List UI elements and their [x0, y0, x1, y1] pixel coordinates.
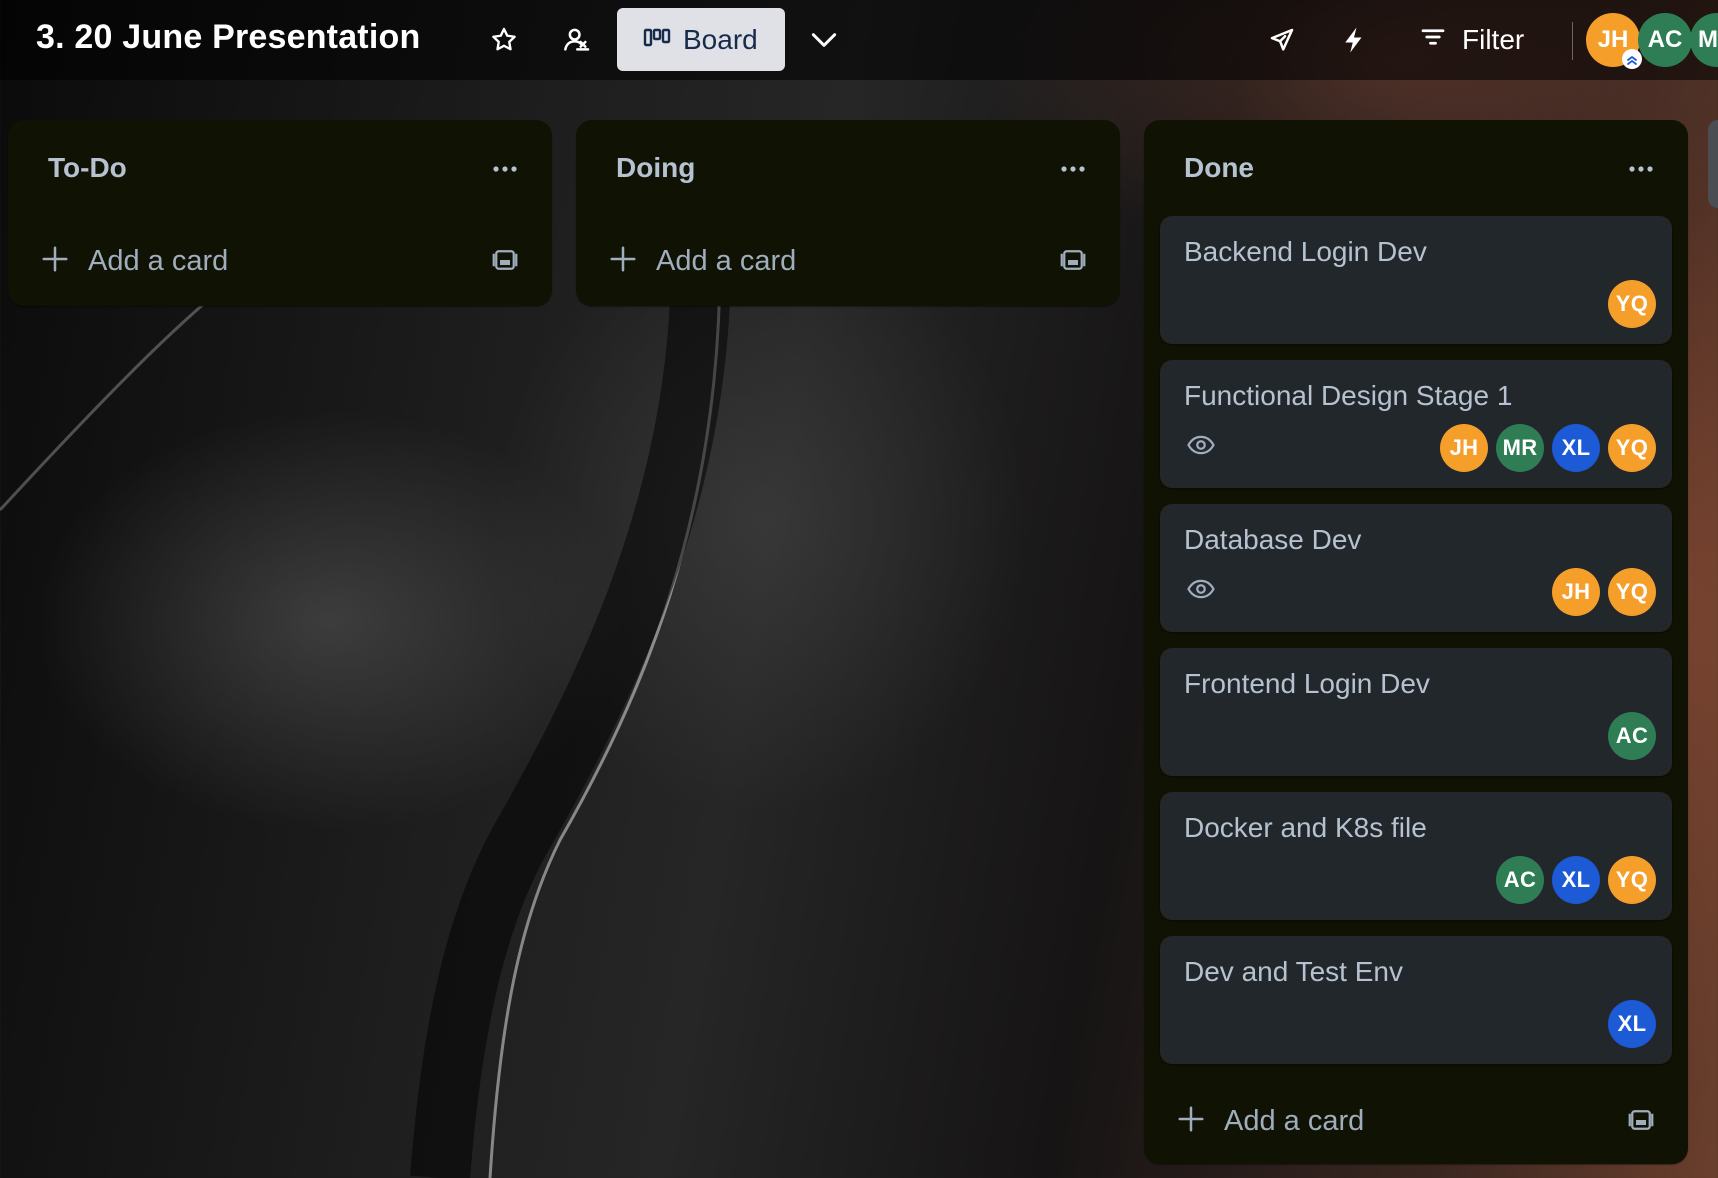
member-avatar[interactable]: YQ — [1608, 568, 1656, 616]
card-title: Backend Login Dev — [1184, 236, 1427, 267]
more-horizontal-icon[interactable] — [1624, 154, 1658, 184]
member-avatar-jh[interactable]: JH — [1586, 13, 1642, 69]
card-members: XL — [1608, 1000, 1656, 1048]
board-view-button[interactable]: Board — [617, 8, 785, 71]
board-icon — [643, 24, 671, 56]
list-header: Doing — [576, 120, 1120, 216]
card-members: JH YQ — [1552, 568, 1656, 616]
member-avatar[interactable]: XL — [1552, 856, 1600, 904]
add-card-label: Add a card — [88, 245, 229, 277]
card-title: Functional Design Stage 1 — [1184, 380, 1513, 411]
card-title: Docker and K8s file — [1184, 812, 1427, 843]
more-horizontal-icon[interactable] — [488, 154, 522, 184]
add-card-button[interactable]: Add a card — [576, 216, 1120, 306]
eye-icon — [1186, 430, 1216, 465]
member-avatar[interactable]: JH — [1440, 424, 1488, 472]
member-avatar[interactable]: YQ — [1608, 856, 1656, 904]
star-icon[interactable] — [486, 22, 522, 58]
card-frontend-login-dev[interactable]: Frontend Login Dev AC — [1160, 648, 1672, 776]
member-avatar[interactable]: MR — [1496, 424, 1544, 472]
add-card-button[interactable]: Add a card — [1144, 1080, 1688, 1164]
card-members: AC XL YQ — [1496, 856, 1656, 904]
plus-icon — [40, 244, 70, 279]
add-card-button[interactable]: Add a card — [8, 216, 552, 306]
card-dev-and-test-env[interactable]: Dev and Test Env XL — [1160, 936, 1672, 1064]
add-card-label: Add a card — [656, 245, 797, 277]
card-docker-and-k8s-file[interactable]: Docker and K8s file AC XL YQ — [1160, 792, 1672, 920]
lightning-icon[interactable] — [1336, 22, 1372, 58]
card-members: AC — [1608, 712, 1656, 760]
rocket-icon[interactable] — [1264, 22, 1300, 58]
add-card-label: Add a card — [1224, 1105, 1365, 1137]
board-view-label: Board — [683, 23, 758, 55]
list-title[interactable]: Done — [1184, 152, 1254, 184]
workspace-visible-icon[interactable] — [558, 22, 594, 58]
card-members: YQ — [1608, 280, 1656, 328]
card-template-icon[interactable] — [490, 245, 520, 280]
eye-icon — [1186, 574, 1216, 609]
filter-icon — [1418, 22, 1448, 59]
card-members: JH MR XL YQ — [1440, 424, 1656, 472]
member-avatar[interactable]: AC — [1496, 856, 1544, 904]
filter-button[interactable]: Filter — [1418, 14, 1524, 66]
member-avatar[interactable]: YQ — [1608, 424, 1656, 472]
list-header: Done — [1144, 120, 1688, 216]
list-todo: To-Do Add a card — [8, 120, 552, 306]
header-divider — [1572, 22, 1573, 60]
list-title[interactable]: To-Do — [48, 152, 127, 184]
member-avatar[interactable]: AC — [1608, 712, 1656, 760]
member-avatar[interactable]: XL — [1608, 1000, 1656, 1048]
plus-icon — [608, 244, 638, 279]
card-title: Dev and Test Env — [1184, 956, 1403, 987]
more-horizontal-icon[interactable] — [1056, 154, 1090, 184]
card-title: Frontend Login Dev — [1184, 668, 1430, 699]
member-avatar-m[interactable]: M — [1690, 13, 1718, 67]
add-list-button[interactable] — [1708, 120, 1718, 208]
card-database-dev[interactable]: Database Dev JH YQ — [1160, 504, 1672, 632]
admin-badge-icon — [1622, 49, 1642, 69]
card-template-icon[interactable] — [1058, 245, 1088, 280]
card-functional-design-stage-1[interactable]: Functional Design Stage 1 JH MR XL YQ — [1160, 360, 1672, 488]
member-avatar[interactable]: JH — [1552, 568, 1600, 616]
card-template-icon[interactable] — [1626, 1105, 1656, 1140]
list-done: Done Backend Login Dev YQ Functional Des… — [1144, 120, 1688, 1164]
board-header: 3. 20 June Presentation Board Filter JH … — [0, 0, 1718, 80]
filter-label: Filter — [1462, 24, 1525, 55]
member-avatar-ac[interactable]: AC — [1638, 13, 1692, 67]
list-doing: Doing Add a card — [576, 120, 1120, 306]
card-title: Database Dev — [1184, 524, 1362, 555]
board-title[interactable]: 3. 20 June Presentation — [36, 18, 420, 57]
list-header: To-Do — [8, 120, 552, 216]
plus-icon — [1176, 1104, 1206, 1139]
list-title[interactable]: Doing — [616, 152, 695, 184]
chevron-down-icon[interactable] — [806, 22, 842, 58]
card-backend-login-dev[interactable]: Backend Login Dev YQ — [1160, 216, 1672, 344]
member-avatar[interactable]: XL — [1552, 424, 1600, 472]
member-avatar[interactable]: YQ — [1608, 280, 1656, 328]
